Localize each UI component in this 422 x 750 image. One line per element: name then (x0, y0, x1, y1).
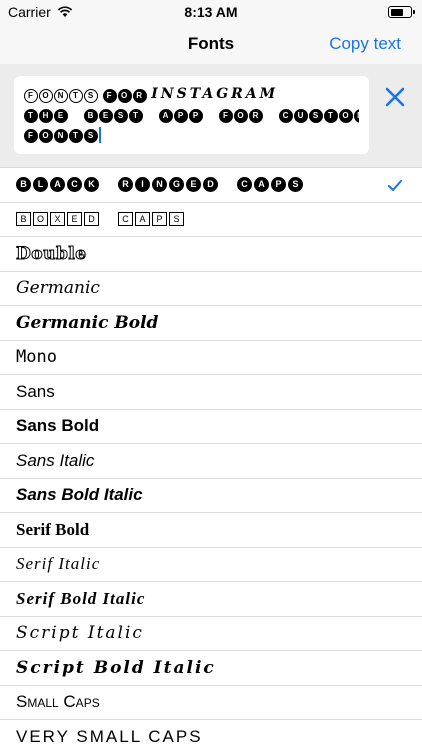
font-row-mono[interactable]: Mono (0, 341, 422, 375)
battery-icon (388, 6, 415, 18)
text-input[interactable]: FONTS FOR INSTAGRAM THEBESTAPPFORCUSTOM … (14, 76, 369, 154)
text-line-1: FONTS FOR INSTAGRAM (24, 84, 359, 104)
font-label-double: Double (16, 243, 87, 264)
font-label-black-ringed-caps: BLACKRINGEDCAPS (16, 177, 303, 193)
text-line-3: FONTS (24, 124, 359, 144)
font-row-sans-italic[interactable]: Sans Italic (0, 444, 422, 479)
font-label-script-italic: Script Italic (16, 623, 144, 644)
font-label-mono: Mono (16, 347, 57, 368)
font-row-serif-italic[interactable]: Serif Italic (0, 548, 422, 582)
close-icon[interactable] (384, 86, 406, 108)
font-label-serif-bold: Serif Bold (16, 519, 90, 539)
styled-word-for: FOR (102, 89, 147, 103)
font-row-boxed-caps[interactable]: BOXEDCAPS (0, 203, 422, 237)
font-row-sans[interactable]: Sans (0, 375, 422, 410)
font-list: BLACKRINGEDCAPS BOXEDCAPS Double Germani… (0, 168, 422, 750)
font-row-small-caps[interactable]: Small Caps (0, 686, 422, 720)
text-cursor (99, 126, 101, 143)
copy-text-button[interactable]: Copy text (329, 34, 401, 54)
font-row-very-small-caps[interactable]: VERY SMALL CAPS (0, 720, 422, 750)
navigation-bar: Fonts Copy text (0, 24, 422, 64)
battery-fill (390, 8, 403, 16)
font-row-double[interactable]: Double (0, 237, 422, 272)
text-line-2: THEBESTAPPFORCUSTOM (24, 104, 359, 124)
font-label-very-small-caps: VERY SMALL CAPS (16, 726, 203, 746)
font-label-serif-italic: Serif Italic (16, 554, 101, 574)
editor-area: FONTS FOR INSTAGRAM THEBESTAPPFORCUSTOM … (0, 64, 422, 168)
font-row-serif-bold[interactable]: Serif Bold (0, 513, 422, 548)
font-row-germanic-bold[interactable]: Germanic Bold (0, 306, 422, 341)
font-label-germanic: Germanic (16, 278, 100, 299)
font-label-script-bold-italic: Script Bold Italic (16, 657, 216, 678)
font-label-sans-italic: Sans Italic (16, 450, 95, 470)
font-label-small-caps: Small Caps (16, 692, 100, 712)
font-row-germanic[interactable]: Germanic (0, 272, 422, 306)
font-label-sans-bold: Sans Bold (16, 416, 100, 436)
font-row-sans-bold-italic[interactable]: Sans Bold Italic (0, 479, 422, 513)
font-label-serif-bold-italic: Serif Bold Italic (16, 588, 146, 608)
styled-word-fonts: FONTS (24, 89, 98, 103)
font-row-script-italic[interactable]: Script Italic (0, 617, 422, 651)
font-label-germanic-bold: Germanic Bold (16, 312, 159, 333)
font-row-black-ringed-caps[interactable]: BLACKRINGEDCAPS (0, 168, 422, 203)
font-row-script-bold-italic[interactable]: Script Bold Italic (0, 651, 422, 686)
font-label-sans: Sans (16, 381, 55, 401)
font-row-sans-bold[interactable]: Sans Bold (0, 410, 422, 444)
status-bar: Carrier 8:13 AM (0, 0, 422, 24)
styled-line-2: THEBESTAPPFORCUSTOM (24, 109, 359, 123)
font-label-boxed-caps: BOXEDCAPS (16, 212, 184, 227)
styled-line-3: FONTS (24, 129, 98, 143)
styled-word-instagram: INSTAGRAM (151, 86, 279, 102)
status-time: 8:13 AM (184, 4, 238, 20)
checkmark-icon (388, 180, 402, 191)
font-label-sans-bold-italic: Sans Bold Italic (16, 485, 143, 505)
font-row-serif-bold-italic[interactable]: Serif Bold Italic (0, 582, 422, 617)
